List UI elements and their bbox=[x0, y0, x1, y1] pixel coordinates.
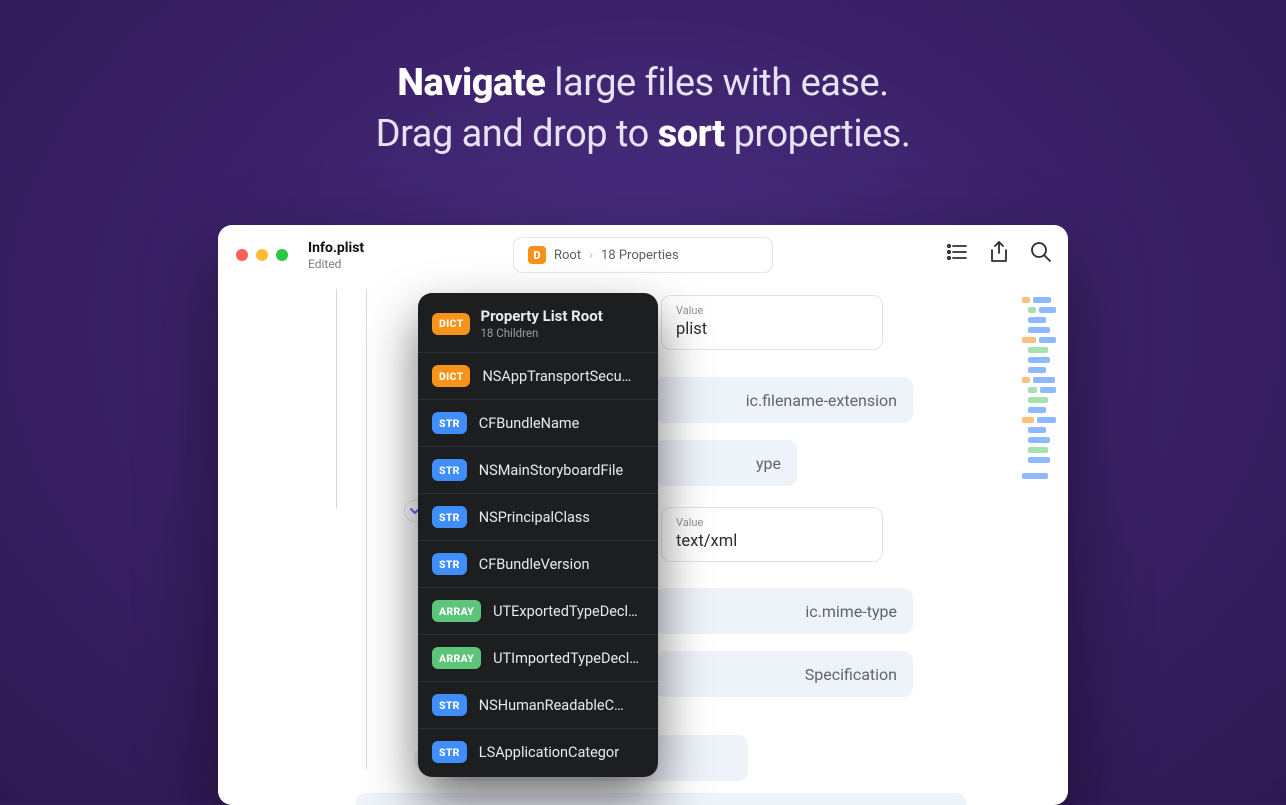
property-key-text: ic.mime-type bbox=[805, 602, 897, 621]
navigator-root-title: Property List Root bbox=[480, 307, 602, 325]
add-property-button[interactable]: + Add property to UTImportedTypeDeclarat… bbox=[356, 793, 966, 805]
navigator-item-name: NSHumanReadableC… bbox=[479, 697, 624, 714]
navigator-item[interactable]: ARRAY UTExportedTypeDecl… bbox=[418, 587, 658, 634]
window-traffic-lights bbox=[236, 249, 288, 261]
type-badge: STR bbox=[432, 459, 467, 481]
tree-guide-line bbox=[336, 289, 337, 509]
property-key-text: ic.filename-extension bbox=[746, 391, 897, 410]
toolbar-actions bbox=[946, 241, 1052, 263]
type-badge: DICT bbox=[432, 365, 470, 387]
navigator-item[interactable]: ARRAY UTImportedTypeDecl… bbox=[418, 634, 658, 681]
type-badge: DICT bbox=[432, 313, 470, 335]
titlebar: Info.plist Edited D Root › 18 Properties bbox=[218, 225, 1068, 285]
navigator-item[interactable]: STR LSApplicationCategor bbox=[418, 728, 658, 775]
window-title: Info.plist Edited bbox=[308, 240, 364, 271]
property-key-text: Specification bbox=[805, 665, 897, 684]
navigator-item-name: LSApplicationCategor bbox=[479, 744, 619, 761]
tree-guide-line bbox=[366, 289, 367, 769]
property-value-field[interactable]: Value text/xml bbox=[661, 507, 883, 562]
navigator-root-row[interactable]: DICT Property List Root 18 Children bbox=[418, 293, 658, 352]
type-badge: STR bbox=[432, 741, 467, 763]
type-badge: ARRAY bbox=[432, 600, 481, 622]
file-status-label: Edited bbox=[308, 257, 364, 271]
field-value: plist bbox=[676, 320, 868, 339]
navigator-item[interactable]: STR CFBundleName bbox=[418, 399, 658, 446]
navigator-item-name: CFBundleVersion bbox=[479, 556, 590, 573]
navigator-item-name: CFBundleName bbox=[479, 415, 580, 432]
hero-line1-rest: large files with ease. bbox=[554, 61, 888, 105]
chevron-right-icon: › bbox=[589, 248, 593, 263]
navigator-popover: DICT Property List Root 18 Children DICT… bbox=[418, 293, 658, 777]
hero-tagline: Navigate large files with ease. Drag and… bbox=[0, 0, 1286, 161]
share-icon[interactable] bbox=[988, 241, 1010, 263]
breadcrumb-count: 18 Properties bbox=[601, 248, 679, 263]
navigator-item-name: UTImportedTypeDecl… bbox=[493, 650, 639, 667]
navigator-item-name: NSMainStoryboardFile bbox=[479, 462, 623, 479]
navigator-item-name: NSPrincipalClass bbox=[479, 509, 590, 526]
hero-word-navigate: Navigate bbox=[397, 61, 545, 105]
property-key-row[interactable]: Specification bbox=[655, 651, 913, 697]
hero-line2-pre: Drag and drop to bbox=[376, 112, 649, 156]
dict-badge-icon: D bbox=[528, 246, 546, 264]
navigator-item[interactable]: STR CFBundleVersion bbox=[418, 540, 658, 587]
breadcrumb[interactable]: D Root › 18 Properties bbox=[513, 237, 773, 273]
close-window-button[interactable] bbox=[236, 249, 248, 261]
fullscreen-window-button[interactable] bbox=[276, 249, 288, 261]
minimap[interactable] bbox=[1022, 297, 1056, 479]
hero-line2-post: properties. bbox=[734, 112, 911, 156]
navigator-item[interactable]: STR NSHumanReadableC… bbox=[418, 681, 658, 728]
property-key-row[interactable]: ic.mime-type bbox=[655, 588, 913, 634]
filename-label: Info.plist bbox=[308, 240, 364, 256]
property-key-row[interactable]: ype bbox=[655, 440, 797, 486]
outline-icon[interactable] bbox=[946, 241, 968, 263]
minimize-window-button[interactable] bbox=[256, 249, 268, 261]
navigator-item[interactable]: STR NSPrincipalClass bbox=[418, 493, 658, 540]
breadcrumb-root: Root bbox=[554, 248, 581, 263]
type-badge: STR bbox=[432, 553, 467, 575]
field-label: Value bbox=[676, 304, 868, 317]
navigator-item-name: NSAppTransportSecu… bbox=[482, 368, 631, 385]
navigator-root-subtitle: 18 Children bbox=[480, 326, 602, 340]
type-badge: STR bbox=[432, 412, 467, 434]
property-key-row[interactable]: ic.filename-extension bbox=[655, 377, 913, 423]
navigator-item[interactable]: DICT NSAppTransportSecu… bbox=[418, 352, 658, 399]
property-key-text: ype bbox=[756, 454, 781, 473]
field-label: Value bbox=[676, 516, 868, 529]
type-badge: STR bbox=[432, 506, 467, 528]
navigator-item[interactable]: STR NSMainStoryboardFile bbox=[418, 446, 658, 493]
navigator-item-name: UTExportedTypeDecl… bbox=[493, 603, 638, 620]
type-badge: ARRAY bbox=[432, 647, 481, 669]
hero-word-sort: sort bbox=[658, 112, 725, 156]
property-value-field[interactable]: Value plist bbox=[661, 295, 883, 350]
type-badge: STR bbox=[432, 694, 467, 716]
search-icon[interactable] bbox=[1030, 241, 1052, 263]
field-value: text/xml bbox=[676, 532, 868, 551]
